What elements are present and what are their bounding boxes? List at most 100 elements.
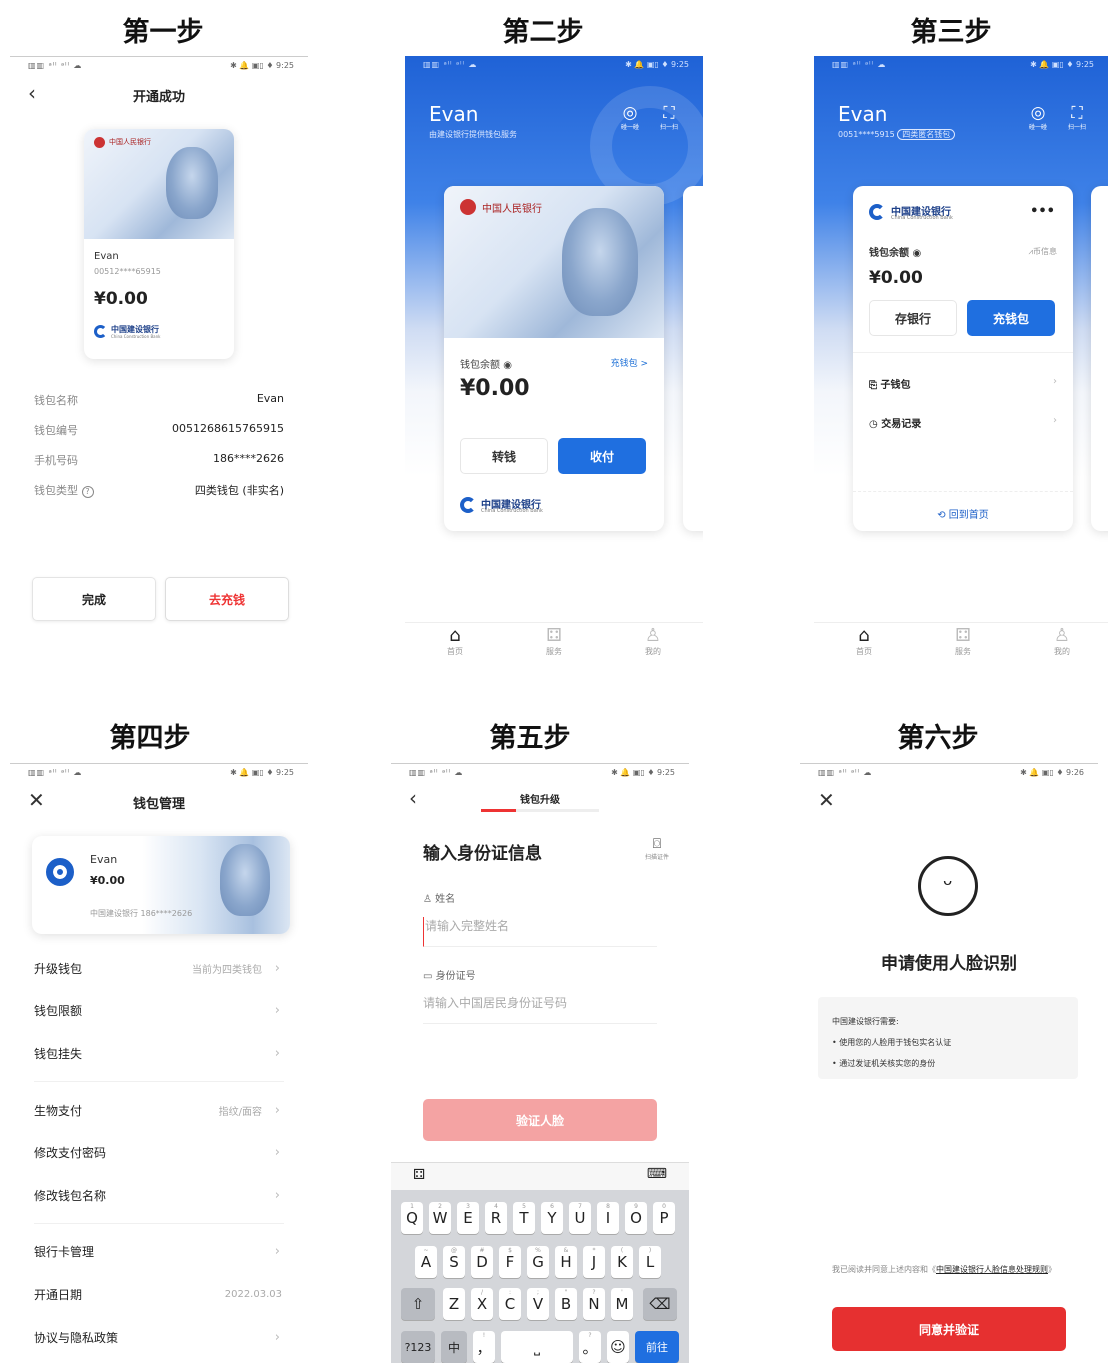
status-time: ✱ 🔔 ▣▯ ♦ 9:25 xyxy=(625,60,689,69)
key-d[interactable]: # D xyxy=(471,1246,493,1278)
tap-button[interactable]: ◎ 碰一碰 xyxy=(615,104,645,131)
key-p[interactable]: 0P xyxy=(653,1202,675,1234)
agreement-link[interactable]: 中国建设银行人脸信息处理规则 xyxy=(936,1265,1048,1274)
receive-button[interactable]: 收付 xyxy=(558,438,646,474)
grid-icon[interactable]: ⚃ xyxy=(413,1167,425,1183)
tap-icon: ◎ xyxy=(1030,103,1046,123)
tap-button[interactable]: ◎ 碰一碰 xyxy=(1023,104,1053,131)
key-c[interactable]: :C xyxy=(499,1288,521,1320)
next-card-peek[interactable] xyxy=(1091,186,1108,531)
agree-verify-button[interactable]: 同意并验证 xyxy=(832,1307,1066,1351)
coin-info-link[interactable]: ⩘币信息 xyxy=(1028,246,1057,257)
scan-button[interactable]: ⛶ 扫一扫 xyxy=(1062,104,1092,132)
key-o[interactable]: 9O xyxy=(625,1202,647,1234)
close-icon[interactable]: ✕ xyxy=(818,788,835,812)
menu-bank-cards[interactable]: 银行卡管理 › xyxy=(34,1230,284,1272)
nav-home[interactable]: ⌂ 首页 xyxy=(440,626,470,657)
step-label-1: 第一步 xyxy=(122,17,204,48)
name-input[interactable]: 请输入完整姓名 xyxy=(423,917,657,947)
transfer-button[interactable]: 转钱 xyxy=(460,438,548,474)
key-q[interactable]: 1Q xyxy=(401,1202,423,1234)
nav-services[interactable]: ⚃ 服务 xyxy=(948,626,978,657)
transaction-records-row[interactable]: ◷ 交易记录 › xyxy=(869,415,1057,430)
chevron-right-icon: › xyxy=(1053,376,1057,387)
status-time: ✱ 🔔 ▣▯ ♦ 9:25 xyxy=(230,768,294,777)
keyboard-hide-icon[interactable]: ⌨ xyxy=(647,1166,667,1182)
wallet-card[interactable]: 中国人民银行 钱包余额 ◉ 充钱包 > ¥0.00 转钱 收付 中国建设银行 C… xyxy=(444,186,664,531)
emoji-key[interactable]: ☺ xyxy=(607,1331,629,1363)
key-f[interactable]: $ F xyxy=(499,1246,521,1278)
verify-face-button[interactable]: 验证人脸 xyxy=(423,1099,657,1141)
key-t[interactable]: 5T xyxy=(513,1202,535,1234)
screen-step4: ▥▥ ᵃˡˡ ᵃˡˡ ☁ ✱ 🔔 ▣▯ ♦ 9:25 ✕ 钱包管理 Evan ¥0… xyxy=(10,763,308,1363)
back-home-link[interactable]: ⟲ 回到首页 xyxy=(853,506,1073,521)
period-key[interactable]: ?。 xyxy=(579,1331,601,1363)
key-i[interactable]: 8I xyxy=(597,1202,619,1234)
key-e[interactable]: 3E xyxy=(457,1202,479,1234)
id-number-input[interactable]: 请输入中国居民身份证号码 xyxy=(423,994,657,1024)
key-g[interactable]: % G xyxy=(527,1246,549,1278)
menu-wallet-limit[interactable]: 钱包限额 › xyxy=(34,989,284,1031)
topup-link[interactable]: 充钱包 > xyxy=(611,356,648,369)
menu-change-password[interactable]: 修改支付密码 › xyxy=(34,1131,284,1173)
sub-wallet-row[interactable]: ⎘ 子钱包 › xyxy=(869,376,1057,391)
info-bullet-2: • 通过发证机关核实您的身份 xyxy=(832,1059,936,1068)
key-r[interactable]: 4R xyxy=(485,1202,507,1234)
key-b[interactable]: " B xyxy=(555,1288,577,1320)
signal-icons: ▥▥ ᵃˡˡ ᵃˡˡ ☁ xyxy=(818,768,873,777)
menu-agreements[interactable]: 协议与隐私政策 › xyxy=(34,1316,284,1358)
key-h[interactable]: & H xyxy=(555,1246,577,1278)
key-v[interactable]: ; V xyxy=(527,1288,549,1320)
key-u[interactable]: 7U xyxy=(569,1202,591,1234)
signal-icons: ▥▥ ᵃˡˡ ᵃˡˡ ☁ xyxy=(423,60,478,69)
key-x[interactable]: / X xyxy=(471,1288,493,1320)
topup-button[interactable]: 去充钱 xyxy=(165,577,289,621)
nav-services[interactable]: ⚃ 服务 xyxy=(539,626,569,657)
key-s[interactable]: @ S xyxy=(443,1246,465,1278)
key-m[interactable]: ' M xyxy=(611,1288,633,1320)
wallet-number: 00512****65915 xyxy=(94,267,161,276)
signal-icons: ▥▥ ᵃˡˡ ᵃˡˡ ☁ xyxy=(28,768,83,777)
menu-biometric-pay[interactable]: 生物支付 指纹/面容 › xyxy=(34,1089,284,1131)
next-card-peek[interactable] xyxy=(683,186,703,531)
home-icon: ⌂ xyxy=(858,625,870,646)
key-z[interactable]: Z xyxy=(443,1288,465,1320)
more-icon[interactable]: ••• xyxy=(1030,204,1055,219)
chevron-right-icon: › xyxy=(274,1002,280,1018)
menu-upgrade-wallet[interactable]: 升级钱包 当前为四类钱包 › xyxy=(34,947,284,989)
symbols-key[interactable]: ?123 xyxy=(401,1331,435,1363)
agreement-text: 我已阅读并同意上述内容和《中国建设银行人脸信息处理规则》 xyxy=(832,1265,1056,1274)
camera-icon: ⌼ xyxy=(652,836,662,852)
key-y[interactable]: 6Y xyxy=(541,1202,563,1234)
screen-step1: ▥▥ ᵃˡˡ ᵃˡˡ ☁ ✱ 🔔 ▣▯ ♦ 9:25 ‹ 开通成功 中国人民银行 … xyxy=(10,56,308,666)
menu-rename-wallet[interactable]: 修改钱包名称 › xyxy=(34,1174,284,1216)
key-w[interactable]: 2W xyxy=(429,1202,451,1234)
key-a[interactable]: ~ A xyxy=(415,1246,437,1278)
delete-key[interactable]: ⌫ xyxy=(643,1288,677,1320)
nav-mine[interactable]: ♙ 我的 xyxy=(1047,626,1077,657)
key-j[interactable]: * J xyxy=(583,1246,605,1278)
space-key[interactable]: ⎵ xyxy=(501,1331,573,1363)
scan-button[interactable]: ⛶ 扫一扫 xyxy=(654,103,684,132)
done-button[interactable]: 完成 xyxy=(32,577,156,621)
menu-report-loss[interactable]: 钱包挂失 › xyxy=(34,1032,284,1074)
go-key[interactable]: 前往 xyxy=(635,1331,679,1363)
nav-mine[interactable]: ♙ 我的 xyxy=(638,626,668,657)
nav-home[interactable]: ⌂ 首页 xyxy=(849,626,879,657)
key-k[interactable]: (K xyxy=(611,1246,633,1278)
deposit-bank-button[interactable]: 存银行 xyxy=(869,300,957,336)
info-row-name: 钱包名称 Evan xyxy=(34,392,284,407)
comma-key[interactable]: !， xyxy=(473,1331,495,1363)
wallet-card: 中国人民银行 Evan 00512****65915 ¥0.00 中国建设银行 … xyxy=(84,129,234,359)
service-subtitle: 由建设银行提供钱包服务 xyxy=(429,130,517,139)
scan-id-button[interactable]: ⌼ 扫描证件 xyxy=(639,836,675,861)
wallet-summary-card[interactable]: Evan ¥0.00 中国建设银行 186****2626 xyxy=(32,836,290,934)
language-key[interactable]: 中 xyxy=(441,1331,467,1363)
key-l[interactable]: ) L xyxy=(639,1246,661,1278)
shift-key[interactable]: ⇧ xyxy=(401,1288,435,1320)
help-icon[interactable]: ? xyxy=(81,486,94,498)
info-box: 中国建设银行需要: • 使用您的人脸用于钱包实名认证 • 通过发证机关核实您的身… xyxy=(818,997,1078,1079)
scan-icon: ⛶ xyxy=(663,103,675,122)
key-n[interactable]: ? N xyxy=(583,1288,605,1320)
topup-wallet-button[interactable]: 充钱包 xyxy=(967,300,1055,336)
